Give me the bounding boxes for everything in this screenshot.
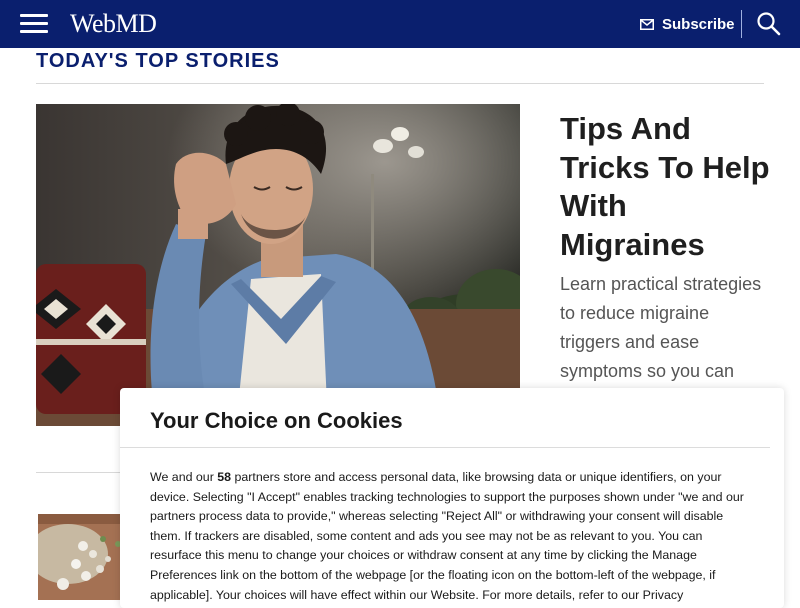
search-button[interactable] <box>756 11 782 37</box>
cookie-consent-dialog: Your Choice on Cookies We and our 58 par… <box>120 388 784 608</box>
partner-count: 58 <box>217 470 232 484</box>
header-divider <box>741 10 742 38</box>
cookie-body-intro: We and our <box>150 470 218 484</box>
top-navigation-bar: WebMD Subscribe <box>0 0 800 48</box>
search-icon <box>757 12 781 36</box>
cookie-dialog-title: Your Choice on Cookies <box>150 408 403 433</box>
hero-story-title[interactable]: Tips And Tricks To Help With Migraines <box>560 110 770 264</box>
subscribe-button[interactable]: Subscribe <box>640 14 735 34</box>
section-divider <box>36 83 764 84</box>
cookie-dialog-body: We and our 58 partners store and access … <box>150 468 750 605</box>
hamburger-menu-icon[interactable] <box>20 13 48 35</box>
webmd-logo[interactable]: WebMD <box>70 8 157 40</box>
subscribe-label: Subscribe <box>662 15 735 33</box>
hero-story-description: Learn practical strategies to reduce mig… <box>560 274 762 381</box>
section-title: TODAY'S TOP STORIES <box>36 50 280 72</box>
hero-story-image[interactable] <box>36 104 520 426</box>
mail-icon <box>640 18 654 30</box>
cookie-body-text: partners store and access personal data,… <box>150 470 744 602</box>
cookie-dialog-divider <box>120 447 770 448</box>
